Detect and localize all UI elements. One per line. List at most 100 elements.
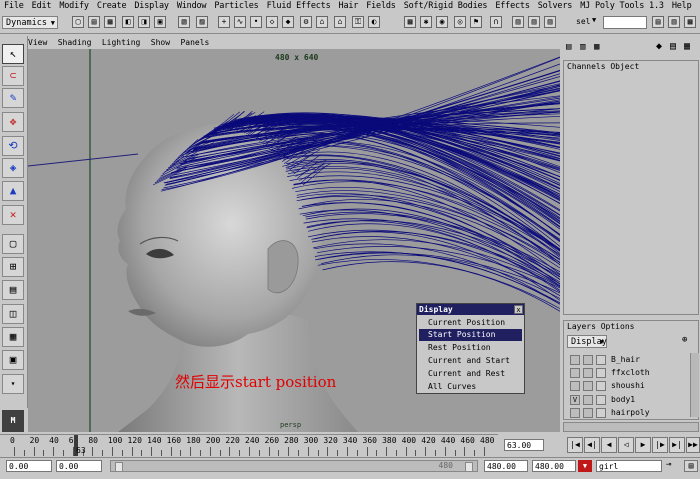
layer-template-toggle[interactable] — [583, 368, 593, 378]
channel-box-icon[interactable]: ▤ — [566, 42, 571, 52]
range-slider[interactable]: 480 — [110, 460, 478, 472]
layer-color-swatch[interactable] — [596, 355, 606, 365]
show-manip-icon[interactable]: ✕ — [2, 205, 24, 225]
step-back-frame-icon[interactable]: ◀ — [601, 437, 617, 453]
film-icon-1[interactable]: ▥ — [512, 16, 524, 28]
more-layouts-icon[interactable]: ▾ — [2, 374, 24, 394]
layer-color-swatch[interactable] — [596, 368, 606, 378]
go-to-start-icon[interactable]: |◀ — [567, 437, 583, 453]
select-component-icon[interactable]: ▣ — [154, 16, 166, 28]
layer-visibility-toggle[interactable] — [570, 408, 580, 418]
move-tool-icon[interactable]: ✥ — [2, 112, 24, 132]
menu-hair[interactable]: Hair — [335, 0, 363, 13]
attribute-editor-icon[interactable]: ▥ — [580, 42, 585, 52]
layer-row[interactable]: B_hair — [566, 354, 688, 366]
lock-icon[interactable]: ⚿ — [352, 16, 364, 28]
open-scene-icon[interactable]: ▤ — [88, 16, 100, 28]
film-icon-3[interactable]: ▥ — [544, 16, 556, 28]
menu-fluid-effects[interactable]: Fluid Effects — [263, 0, 335, 13]
magnet-icon[interactable]: ∩ — [490, 16, 502, 28]
menu-display[interactable]: Display — [130, 0, 172, 13]
render-icon[interactable]: ✱ — [420, 16, 432, 28]
layer-visibility-toggle[interactable] — [570, 355, 580, 365]
mode-select[interactable]: Dynamics ▼ — [2, 16, 58, 29]
menu-effects[interactable]: Effects — [491, 0, 533, 13]
animation-start-field[interactable]: 0.00 — [6, 460, 52, 472]
tab-layers[interactable]: Layers — [567, 322, 596, 331]
new-layer-icon[interactable]: ⊕ — [682, 335, 696, 348]
snap-view-icon[interactable]: ◇ — [266, 16, 278, 28]
go-to-end-icon[interactable]: ▶▶ — [686, 437, 700, 453]
toggle-panel-icon-1[interactable]: ▤ — [652, 16, 664, 28]
viewport-menu-lighting[interactable]: Lighting — [102, 38, 141, 47]
viewport-menu-shading[interactable]: Shading — [58, 38, 92, 47]
current-character-field[interactable]: girl — [596, 460, 662, 472]
construction-icon[interactable]: ◐ — [368, 16, 380, 28]
hypershade-icon[interactable]: ⚑ — [470, 16, 482, 28]
menu-solvers[interactable]: Solvers — [534, 0, 576, 13]
menu-help[interactable]: Help — [668, 0, 696, 13]
lasso-tool-icon[interactable]: ⊂ — [2, 66, 24, 86]
select-hierarchy-icon[interactable]: ◧ — [122, 16, 134, 28]
step-back-key-icon[interactable]: ◀| — [584, 437, 600, 453]
menu-soft-rigid-bodies[interactable]: Soft/Rigid Bodies — [400, 0, 492, 13]
layer-type-select[interactable]: Display ▼ — [567, 335, 607, 348]
layer-editor-icon[interactable]: ◆ — [656, 41, 662, 52]
close-icon[interactable]: x — [514, 305, 523, 314]
layer-visibility-toggle[interactable] — [570, 381, 580, 391]
animation-prefs-icon[interactable]: ▤ — [684, 460, 698, 472]
chevron-down-icon[interactable]: ▼ — [592, 16, 602, 28]
layer-h-scrollbar[interactable] — [563, 422, 699, 432]
paint-select-icon[interactable]: ✎ — [2, 88, 24, 108]
play-backward-icon[interactable]: ◁ — [618, 437, 634, 453]
layer-row[interactable]: hairpoly — [566, 407, 688, 419]
select-tool-icon[interactable]: ↖ — [2, 44, 24, 64]
step-forward-frame-icon[interactable]: ▶| — [669, 437, 685, 453]
range-start-handle[interactable] — [115, 462, 123, 472]
tab-options[interactable]: Options — [601, 322, 635, 331]
viewport-menu-panels[interactable]: Panels — [180, 38, 209, 47]
render-view-icon[interactable]: ▦ — [404, 16, 416, 28]
scale-tool-icon[interactable]: ◈ — [2, 158, 24, 178]
menu-fields[interactable]: Fields — [362, 0, 400, 13]
viewport-menu-show[interactable]: Show — [151, 38, 170, 47]
menu-file[interactable]: File — [0, 0, 28, 13]
playback-start-field[interactable]: 0.00 — [56, 460, 102, 472]
layer-template-toggle[interactable] — [583, 355, 593, 365]
graph-view-icon[interactable]: ◫ — [2, 304, 24, 324]
tab-channels[interactable]: Channels — [567, 62, 606, 71]
input-icon[interactable]: ⌂ — [316, 16, 328, 28]
snap-grid-icon[interactable]: + — [218, 16, 230, 28]
layer-template-toggle[interactable] — [583, 408, 593, 418]
hypergraph-view-icon[interactable]: ▦ — [2, 327, 24, 347]
single-view-icon[interactable]: ▢ — [2, 234, 24, 254]
film-icon-2[interactable]: ▥ — [528, 16, 540, 28]
popup-item-current-position[interactable]: Current Position — [419, 317, 522, 329]
menu-window[interactable]: Window — [173, 0, 211, 13]
menu-mj-poly-tools[interactable]: MJ Poly Tools 1.3 — [576, 0, 668, 13]
select-by-name-field[interactable] — [603, 16, 647, 29]
toggle-panel-icon-2[interactable]: ▥ — [668, 16, 680, 28]
layer-row[interactable]: shoushi — [566, 380, 688, 392]
manipulator-icon[interactable]: ▲ — [2, 181, 24, 201]
layer-scrollbar[interactable] — [690, 353, 699, 417]
popup-item-current-and-rest[interactable]: Current and Rest — [419, 368, 522, 380]
layer-row[interactable]: Vbody1 — [566, 394, 688, 406]
viewport-menu-view[interactable]: View — [28, 38, 47, 47]
menu-modify[interactable]: Modify — [55, 0, 93, 13]
snap-curve-icon[interactable]: ∿ — [234, 16, 246, 28]
layer-color-swatch[interactable] — [596, 395, 606, 405]
rotate-tool-icon[interactable]: ⟲ — [2, 136, 24, 156]
four-view-icon[interactable]: ⊞ — [2, 257, 24, 277]
graph-editor-icon[interactable]: ▦ — [684, 41, 690, 52]
popup-item-start-position[interactable]: Start Position — [419, 329, 522, 341]
history-icon[interactable]: ⚙ — [300, 16, 312, 28]
make-live-icon[interactable]: ◆ — [282, 16, 294, 28]
current-frame-field[interactable]: 63.00 — [504, 439, 544, 451]
layer-template-toggle[interactable] — [583, 395, 593, 405]
layer-color-swatch[interactable] — [596, 381, 606, 391]
new-scene-icon[interactable]: ▢ — [72, 16, 84, 28]
menu-particles[interactable]: Particles — [210, 0, 262, 13]
tab-object[interactable]: Object — [610, 62, 639, 71]
layer-color-swatch[interactable] — [596, 408, 606, 418]
